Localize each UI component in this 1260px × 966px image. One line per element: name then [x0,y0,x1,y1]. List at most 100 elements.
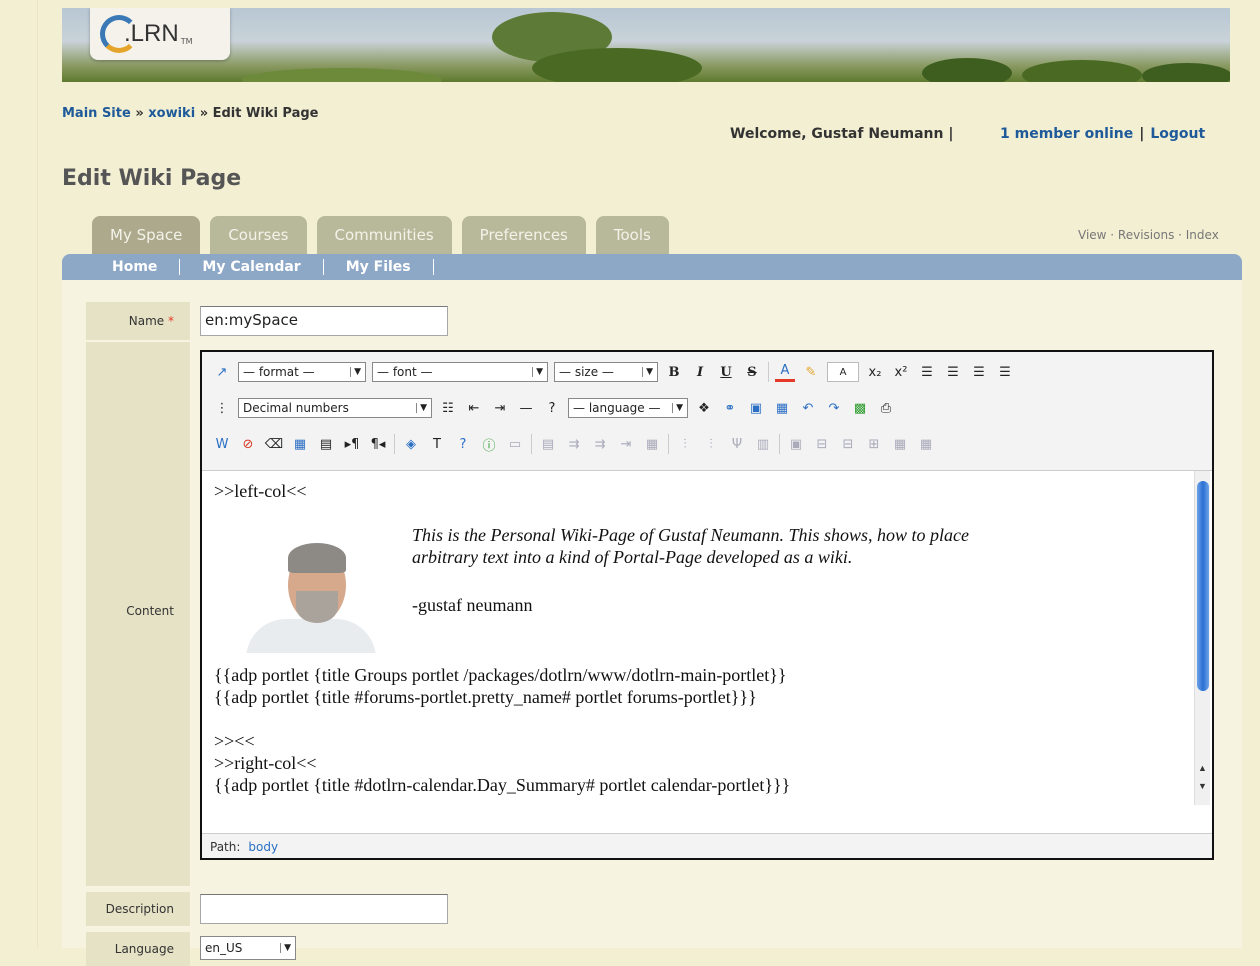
outdent-icon[interactable]: ⇤ [464,398,484,418]
select-all-icon[interactable]: ▩ [850,398,870,418]
required-marker: * [168,314,174,328]
table-props-icon: ▭ [508,436,522,452]
breadcrumb-current: Edit Wiki Page [212,106,319,121]
path-body-link[interactable]: body [248,840,278,854]
background-color-icon[interactable]: ✎ [801,362,821,382]
image-icon[interactable]: ▣ [746,398,766,418]
tab-tools[interactable]: Tools [595,216,669,254]
help-icon[interactable]: ? [542,398,562,418]
subscript-icon[interactable]: x₂ [865,362,885,382]
delete-col-icon: Ψ [731,436,743,452]
align-left-icon[interactable]: ☰ [917,362,937,382]
language-label: Language [86,932,190,966]
site-banner: .LRN TM [62,8,1230,82]
tab-courses[interactable]: Courses [210,216,307,254]
horizontal-rule-icon[interactable]: — [516,398,536,418]
cell-props-icon: ▣ [789,436,803,452]
align-justify-icon[interactable]: ☰ [995,362,1015,382]
name-label: Name * [86,302,190,340]
delete-cell-icon: ▦ [893,436,907,452]
editor-content-area[interactable]: >>left-col<< This is the Personal Wiki-P… [202,470,1212,834]
tab-communities[interactable]: Communities [316,216,452,254]
editor-line: >>left-col<< [214,481,307,501]
bullet-list-icon[interactable]: ☷ [438,398,458,418]
editor-line: >>right-col<< [214,753,317,773]
rtl-icon[interactable]: ¶◂ [368,434,388,454]
info-icon[interactable]: ⓘ [479,434,499,454]
user-links: 1 member online | Logout [1000,126,1206,142]
bold-icon[interactable]: B [664,362,684,382]
paste-word-icon[interactable]: W [212,434,232,454]
grid-icon[interactable]: ▦ [290,434,310,454]
numbered-list-icon[interactable]: ⋮ [212,398,232,418]
template-icon[interactable]: T [427,434,447,454]
editor-line: This is the Personal Wiki-Page of Gustaf… [412,525,969,545]
editor-line: -gustaf neumann [412,595,533,615]
question-icon[interactable]: ? [453,434,473,454]
remove-font-icon[interactable]: ⊘ [238,434,258,454]
scroll-up-icon[interactable]: ▲ [1198,763,1207,773]
cube-icon[interactable]: ❖ [694,398,714,418]
wiki-page-links[interactable]: View · Revisions · Index [1078,228,1219,242]
path-label: Path: [210,840,241,854]
editor-scrollbar[interactable]: ▲ ▼ [1194,471,1210,805]
breadcrumb-xowiki[interactable]: xowiki [148,106,195,121]
page-break-icon[interactable]: ▤ [316,434,336,454]
table-icon[interactable]: ▦ [772,398,792,418]
strikethrough-icon[interactable]: S [742,362,762,382]
subnav-my-calendar[interactable]: My Calendar [180,259,324,275]
link-icon[interactable]: ⚭ [720,398,740,418]
language-tool-select[interactable]: — language — ▼ [568,398,688,418]
language-select[interactable]: en_US ▼ [200,936,296,960]
editor-line: {{adp portlet {title #dotlrn-calendar.Da… [214,775,791,795]
superscript-icon[interactable]: x² [891,362,911,382]
tab-preferences[interactable]: Preferences [461,216,586,254]
align-right-icon[interactable]: ☰ [969,362,989,382]
col-before-icon: ⫶ [683,436,687,452]
print-icon[interactable]: ⎙ [876,398,896,418]
text-style-icon[interactable]: A [827,362,859,382]
split-cells-icon: ⊟ [842,436,854,452]
description-input[interactable] [200,894,448,924]
dotlrn-logo[interactable]: .LRN TM [90,8,230,60]
redo-icon[interactable]: ↷ [824,398,844,418]
members-online-link[interactable]: 1 member online [1000,126,1133,142]
text-color-icon[interactable]: A [775,362,795,382]
editor-line: {{adp portlet {title Groups portlet /pac… [214,665,787,685]
undo-icon[interactable]: ↶ [798,398,818,418]
subnav-my-files[interactable]: My Files [324,259,434,275]
scroll-down-icon[interactable]: ▼ [1198,781,1207,791]
row-before-icon: ⇉ [568,436,580,452]
content-label: Content [86,342,190,886]
col-props-icon: ▥ [756,436,770,452]
editor-line: arbitrary text into a kind of Portal-Pag… [412,547,853,567]
toolbar-separator [668,434,669,454]
table-grid-icon: ▦ [919,436,933,452]
logo-trademark: TM [180,36,193,46]
editor-path-bar: Path: body [210,840,278,854]
scroll-thumb[interactable] [1197,481,1209,691]
font-select[interactable]: — font — ▼ [372,362,548,382]
tab-my-space[interactable]: My Space [92,216,201,254]
size-select[interactable]: — size — ▼ [554,362,658,382]
toolbar-separator [531,434,532,454]
insert-cell-icon: ⊞ [868,436,880,452]
breadcrumb-main-site[interactable]: Main Site [62,106,131,121]
left-margin [0,0,38,948]
eraser-icon[interactable]: ⌫ [264,434,284,454]
list-style-select[interactable]: Decimal numbers ▼ [238,398,432,418]
subnav-home[interactable]: Home [112,259,181,275]
indent-icon[interactable]: ⇥ [490,398,510,418]
ltr-icon[interactable]: ▸¶ [342,434,362,454]
underline-icon[interactable]: U [716,362,736,382]
breadcrumb: Main Site » xowiki » Edit Wiki Page [62,106,319,121]
format-select[interactable]: — format — ▼ [238,362,366,382]
logout-link[interactable]: Logout [1150,126,1205,142]
name-input[interactable]: en:mySpace [200,306,448,336]
author-photo [234,533,380,653]
align-center-icon[interactable]: ☰ [943,362,963,382]
editor-toolbar-row-2: ⋮ Decimal numbers ▼ ☷ ⇤ ⇥ — ? — language … [212,396,896,420]
italic-icon[interactable]: I [690,362,710,382]
expand-icon[interactable]: ↗ [212,362,232,382]
source-code-icon[interactable]: ◈ [401,434,421,454]
